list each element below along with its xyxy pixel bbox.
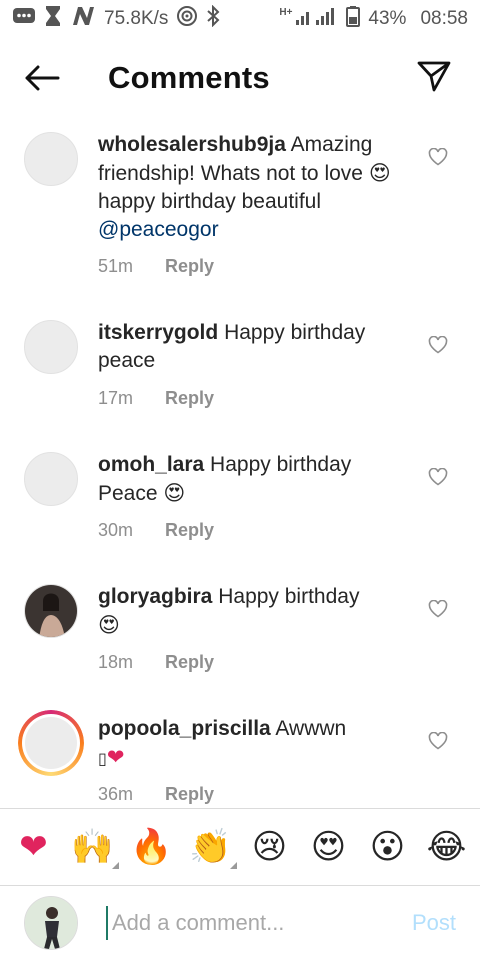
status-bar: 75.8K/s H+ 43% 08:58 [0,0,480,38]
fire-emoji-icon: 🔥 [130,827,173,867]
avatar[interactable] [24,320,78,374]
comment-meta: 17m Reply [98,388,214,409]
surprised-emoji-icon: 😮 [369,827,406,867]
laughing-emoji-icon: 😂 [426,827,467,867]
comment-input[interactable] [106,906,386,940]
comment-content: Happy birthday [218,585,360,608]
share-button[interactable] [414,58,454,98]
comment-timestamp: 18m [98,652,134,672]
heart-eyes-emoji: 😍 [163,481,186,505]
emoji-heart-button[interactable]: ❤ [10,823,58,871]
signal-icon [294,6,338,32]
skin-tone-indicator [111,862,119,869]
messages-icon [12,6,36,32]
comment-text: omoh_lara Happy birthday Peace 😍 [98,451,414,508]
comment-text: itskerrygold Happy birthday peace [98,319,414,375]
quick-emoji-bar: ❤ 🙌 🔥 👏 😢 😍 😮 😂 [0,808,480,886]
reply-button[interactable]: Reply [165,256,214,277]
app-n-icon [70,5,96,33]
emoji-surprised-button[interactable]: 😮 [364,823,412,871]
emoji-fire-button[interactable]: 🔥 [128,823,176,871]
emoji-heart-eyes-button[interactable]: 😍 [305,823,353,871]
avatar[interactable] [24,452,78,506]
hourglass-icon [44,5,62,33]
comment-timestamp: 17m [98,388,134,408]
back-button[interactable] [20,60,64,100]
battery-level: 43% [368,8,407,29]
network-speed: 75.8K/s [104,8,169,29]
comment-username[interactable]: popoola_priscilla [98,717,271,740]
comment-composer: Post [0,886,480,960]
avatar[interactable] [24,132,78,186]
comment-username[interactable]: wholesalershub9ja [98,133,286,156]
comment-username[interactable]: omoh_lara [98,453,204,476]
comment-timestamp: 36m [98,784,134,804]
comment-text: popoola_priscilla Awwwn ▯❤ [98,715,414,774]
reply-button[interactable]: Reply [165,784,214,805]
reply-button[interactable]: Reply [165,520,214,541]
battery-icon [346,5,361,33]
reply-button[interactable]: Reply [165,652,214,673]
emoji-laughing-button[interactable]: 😂 [423,823,471,871]
comment-content: Awwwn [275,717,347,740]
comment-timestamp: 30m [98,520,134,540]
hotspot-icon [176,5,198,33]
avatar-with-story[interactable] [18,710,84,776]
comment-text: wholesalershub9ja Amazing friendship! Wh… [98,131,414,244]
mention-link[interactable]: @peaceogor [98,218,219,241]
comment-content-cont: happy birthday beautiful [98,190,321,213]
clapping-emoji-icon: 👏 [189,827,232,867]
heart-eyes-emoji: 😍 [98,613,120,637]
like-heart-icon[interactable] [428,335,448,354]
network-type: H+ [279,7,293,18]
my-avatar[interactable] [24,896,78,950]
crying-emoji-icon: 😢 [251,827,288,867]
skin-tone-indicator [229,862,237,869]
missing-glyph: ▯ [98,751,107,768]
comment-username[interactable]: gloryagbira [98,585,212,608]
emoji-clapping-button[interactable]: 👏 [187,823,237,871]
heart-emoji-icon: ❤ [19,827,48,867]
comment-meta: 36m Reply [98,784,214,805]
heart-eyes-emoji-icon: 😍 [310,827,347,867]
comment-meta: 51m Reply [98,256,214,277]
avatar[interactable] [24,584,78,638]
emoji-raising-hands-button[interactable]: 🙌 [69,823,119,871]
heart-eyes-emoji: 😍 [368,161,391,185]
heart-emoji: ❤ [106,745,125,769]
raising-hands-emoji-icon: 🙌 [71,827,114,867]
bluetooth-icon [206,4,220,33]
comment-timestamp: 51m [98,256,134,276]
like-heart-icon[interactable] [428,147,448,166]
comment-meta: 18m Reply [98,652,214,673]
clock: 08:58 [420,8,468,29]
comment-text: gloryagbira Happy birthday 😍 [98,583,414,640]
comments-list[interactable]: wholesalershub9ja Amazing friendship! Wh… [0,122,480,808]
like-heart-icon[interactable] [428,467,448,486]
arrow-left-icon [24,65,60,96]
comments-header: Comments [0,38,480,122]
comment-username[interactable]: itskerrygold [98,321,218,344]
like-heart-icon[interactable] [428,731,448,750]
like-heart-icon[interactable] [428,599,448,618]
emoji-crying-button[interactable]: 😢 [246,823,294,871]
post-button[interactable]: Post [412,910,456,936]
page-title: Comments [108,60,270,95]
reply-button[interactable]: Reply [165,388,214,409]
comment-meta: 30m Reply [98,520,214,541]
paper-plane-icon [417,60,451,97]
